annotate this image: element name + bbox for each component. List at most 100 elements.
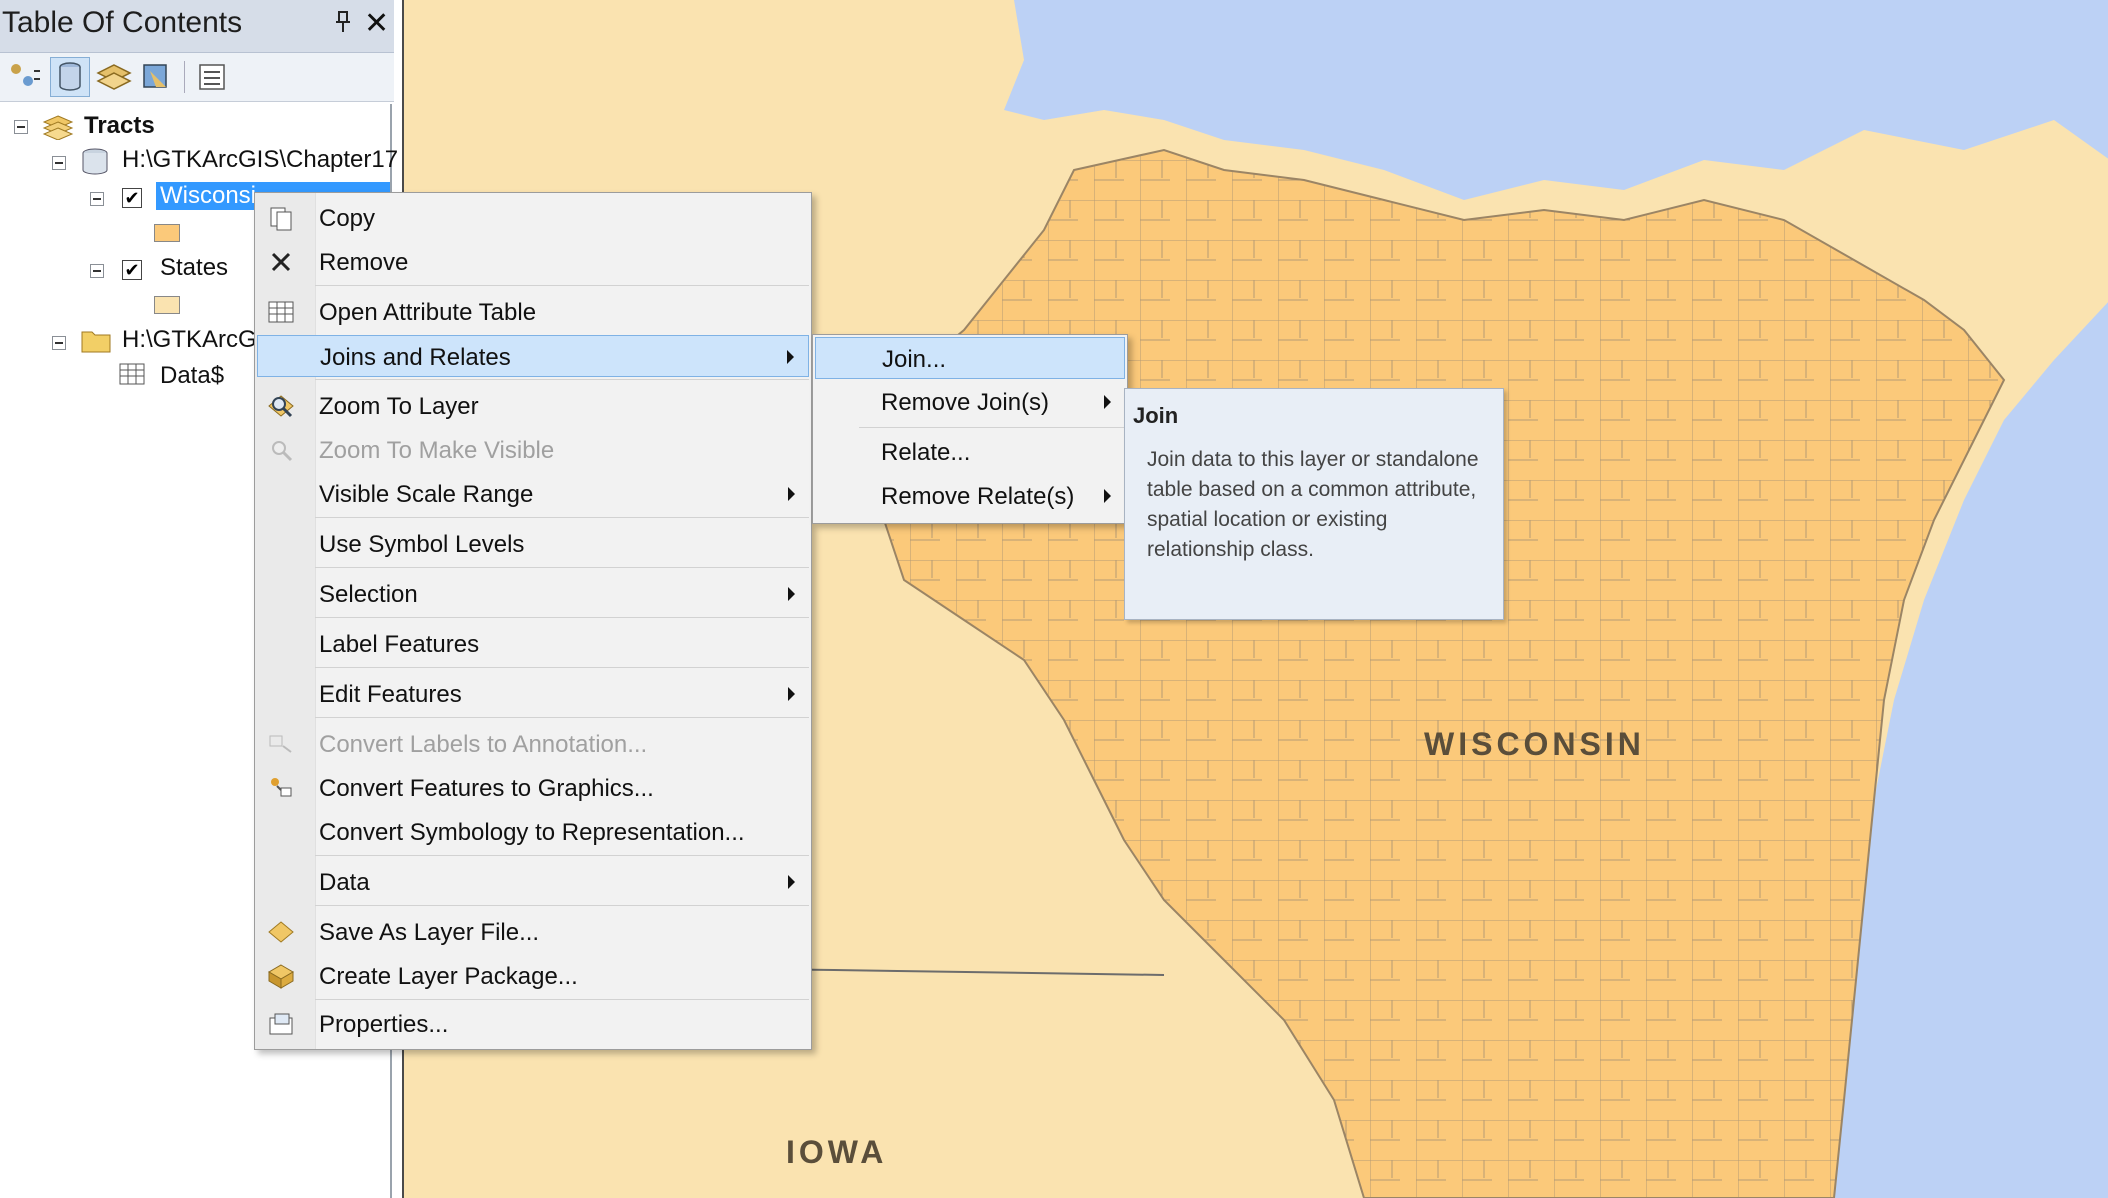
layer-label: Wisconsi: [160, 182, 257, 209]
folder-icon: [80, 326, 112, 359]
database-icon: [80, 146, 110, 181]
toc-toolbar: [0, 53, 394, 102]
submenu-arrow-icon: [788, 687, 795, 701]
layer-symbol-swatch[interactable]: [154, 224, 180, 242]
menu-item-label: Join...: [882, 346, 947, 373]
tooltip-body: Join data to this layer or standalone ta…: [1147, 448, 1479, 561]
layer-visibility-checkbox[interactable]: ✔: [122, 260, 142, 280]
menu-item-create-layer-package[interactable]: Create Layer Package...: [257, 955, 809, 997]
data-frame-icon: [42, 114, 74, 145]
menu-separator: [315, 285, 809, 286]
submenu-item-relate[interactable]: Relate...: [815, 431, 1125, 473]
list-by-visibility-icon[interactable]: [94, 57, 134, 97]
tooltip-title: Join: [1133, 403, 1179, 428]
menu-separator: [859, 427, 1125, 428]
pin-icon[interactable]: [334, 10, 352, 40]
menu-item-convert-features-to-graphics[interactable]: Convert Features to Graphics...: [257, 767, 809, 809]
menu-item-save-as-layer-file[interactable]: Save As Layer File...: [257, 911, 809, 953]
close-icon[interactable]: ✕: [364, 6, 389, 41]
menu-separator: [315, 667, 809, 668]
menu-item-label: Zoom To Make Visible: [319, 437, 555, 464]
source-path-2[interactable]: H:\GTKArcG: [122, 326, 257, 354]
menu-item-use-symbol-levels[interactable]: Use Symbol Levels: [257, 523, 809, 565]
menu-item-joins-and-relates[interactable]: Joins and Relates: [257, 335, 809, 377]
list-by-drawing-order-icon[interactable]: [4, 57, 44, 97]
menu-item-label: Remove Join(s): [881, 389, 1050, 416]
submenu-arrow-icon: [788, 487, 795, 501]
menu-item-label: Convert Symbology to Representation...: [319, 819, 745, 846]
source-path-1[interactable]: H:\GTKArcGIS\Chapter17: [122, 146, 398, 174]
menu-item-data[interactable]: Data: [257, 861, 809, 903]
table-icon: [118, 362, 146, 391]
menu-separator: [315, 717, 809, 718]
menu-separator: [315, 855, 809, 856]
submenu-item-remove-relates[interactable]: Remove Relate(s): [815, 475, 1125, 517]
remove-icon: [267, 248, 295, 276]
toc-header: Table Of Contents ✕: [0, 0, 394, 53]
menu-separator: [315, 905, 809, 906]
submenu-item-join[interactable]: Join...: [815, 337, 1125, 379]
menu-item-label: Remove Relate(s): [881, 483, 1075, 510]
iowa-label: IOWA: [786, 1134, 888, 1170]
zoom-to-visible-icon: [267, 436, 295, 464]
menu-separator: [315, 517, 809, 518]
submenu-item-remove-joins[interactable]: Remove Join(s): [815, 381, 1125, 423]
menu-item-open-attribute-table[interactable]: Open Attribute Table: [257, 291, 809, 333]
convert-labels-icon: [267, 730, 295, 758]
menu-item-label: Create Layer Package...: [319, 963, 578, 990]
joins-relates-submenu: Join... Remove Join(s) Relate... Remove …: [812, 334, 1128, 524]
menu-item-label: Remove: [319, 249, 409, 276]
toolbar-divider: [184, 61, 185, 93]
menu-item-copy[interactable]: Copy: [257, 197, 809, 239]
layer-visibility-checkbox[interactable]: ✔: [122, 188, 142, 208]
menu-item-zoom-to-layer[interactable]: Zoom To Layer: [257, 385, 809, 427]
menu-item-label: Use Symbol Levels: [319, 531, 525, 558]
menu-item-label: Relate...: [881, 439, 971, 466]
menu-item-label: Selection: [319, 581, 418, 608]
menu-item-label: Copy: [319, 205, 376, 232]
collapse-icon[interactable]: [52, 156, 66, 170]
menu-item-label: Data: [319, 869, 370, 896]
zoom-to-layer-icon: [267, 392, 295, 420]
menu-item-convert-symbology-to-representation[interactable]: Convert Symbology to Representation...: [257, 811, 809, 853]
menu-item-label: Save As Layer File...: [319, 919, 540, 946]
menu-item-label: Zoom To Layer: [319, 393, 479, 420]
submenu-arrow-icon: [1104, 489, 1111, 503]
layer-states[interactable]: States: [160, 254, 228, 282]
table-data[interactable]: Data$: [160, 362, 224, 390]
menu-item-properties[interactable]: Properties...: [257, 1003, 809, 1045]
data-frame-tracts[interactable]: Tracts: [84, 112, 155, 140]
menu-item-zoom-to-make-visible: Zoom To Make Visible: [257, 429, 809, 471]
menu-item-label: Properties...: [319, 1011, 449, 1038]
collapse-icon[interactable]: [90, 192, 104, 206]
properties-icon: [267, 1010, 295, 1038]
menu-item-label: Convert Features to Graphics...: [319, 775, 654, 802]
menu-item-label: Edit Features: [319, 681, 462, 708]
menu-item-label: Convert Labels to Annotation...: [319, 731, 648, 758]
layer-context-menu: Copy Remove Open Attribute Table Joins a…: [254, 192, 812, 1050]
menu-separator: [315, 567, 809, 568]
wisconsin-label: WISCONSIN: [1424, 726, 1645, 762]
collapse-icon[interactable]: [90, 264, 104, 278]
menu-item-visible-scale-range[interactable]: Visible Scale Range: [257, 473, 809, 515]
list-by-source-icon[interactable]: [50, 57, 90, 97]
menu-item-label: Visible Scale Range: [319, 481, 534, 508]
menu-item-edit-features[interactable]: Edit Features: [257, 673, 809, 715]
menu-item-selection[interactable]: Selection: [257, 573, 809, 615]
menu-item-label-features[interactable]: Label Features: [257, 623, 809, 665]
list-by-selection-icon[interactable]: [136, 57, 176, 97]
menu-separator: [315, 999, 809, 1000]
submenu-arrow-icon: [1104, 395, 1111, 409]
collapse-icon[interactable]: [14, 120, 28, 134]
menu-item-remove[interactable]: Remove: [257, 241, 809, 283]
menu-item-convert-labels-to-annotation: Convert Labels to Annotation...: [257, 723, 809, 765]
options-icon[interactable]: [192, 57, 232, 97]
menu-separator: [315, 379, 809, 380]
submenu-arrow-icon: [787, 350, 794, 364]
join-tooltip: Join Join data to this layer or standalo…: [1124, 388, 1504, 620]
collapse-icon[interactable]: [52, 336, 66, 350]
wisconsin-tracts[interactable]: [862, 148, 2006, 1198]
menu-item-label: Joins and Relates: [320, 344, 511, 371]
layer-symbol-swatch[interactable]: [154, 296, 180, 314]
menu-item-label: Label Features: [319, 631, 480, 658]
